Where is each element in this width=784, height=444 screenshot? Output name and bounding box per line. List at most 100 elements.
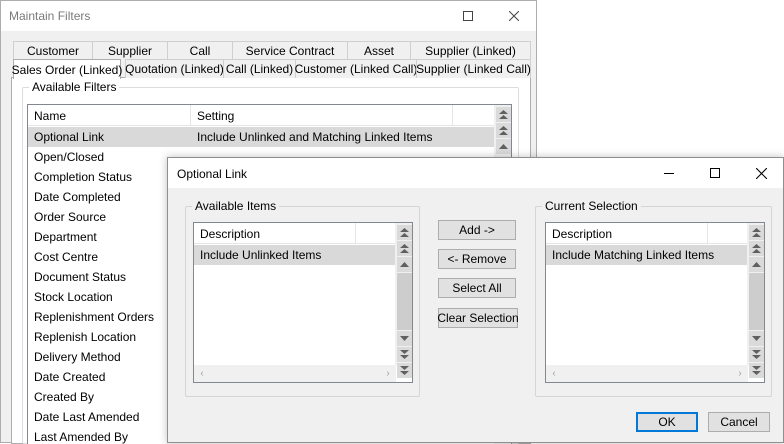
column-header-name[interactable]: Name (28, 105, 191, 126)
current-column-label: Description (552, 226, 613, 241)
dialog-maximize-button[interactable] (692, 158, 738, 188)
column-header-setting[interactable]: Setting (191, 105, 453, 126)
main-window-title: Maintain Filters (9, 9, 91, 23)
scroll-line-up-button[interactable] (496, 139, 511, 154)
ok-button[interactable]: OK (636, 412, 698, 432)
filter-row-optional-link[interactable]: Optional Link Include Unlinked and Match… (28, 127, 494, 147)
tab-supplier[interactable]: Supplier (92, 41, 168, 60)
tab-label: Quotation (Linked) (125, 62, 224, 76)
main-maximize-button[interactable] (445, 1, 491, 31)
filter-item-date-created[interactable]: Date Created (34, 370, 105, 384)
filter-item-created-by[interactable]: Created By (34, 390, 94, 404)
close-icon (509, 11, 519, 21)
available-scroll-top-button[interactable] (397, 225, 412, 240)
optional-link-dialog: Optional Link Available Items Descriptio… (167, 157, 784, 443)
filter-item-cost-centre[interactable]: Cost Centre (34, 250, 98, 264)
minimize-icon (664, 173, 674, 174)
dialog-title: Optional Link (177, 167, 248, 181)
filter-item-order-source[interactable]: Order Source (34, 210, 106, 224)
tab-label: Sales Order (Linked) (11, 62, 123, 77)
filter-item-document-status[interactable]: Document Status (34, 270, 126, 284)
select-all-button-label: Select All (452, 281, 502, 295)
available-item-text: Include Unlinked Items (200, 248, 322, 262)
available-item-row[interactable]: Include Unlinked Items (194, 245, 396, 265)
clear-selection-button[interactable]: Clear Selection (437, 308, 519, 328)
current-scroll-page-up-button[interactable] (749, 241, 764, 256)
current-selection-label: Current Selection (542, 199, 641, 213)
arrow-up-icon (499, 144, 508, 149)
arrow-left-icon[interactable]: ‹ (546, 365, 562, 382)
current-selection-list[interactable]: Description Include Matching Linked Item… (545, 222, 765, 383)
available-scroll-up-button[interactable] (397, 257, 412, 272)
current-scroll-thumb[interactable] (749, 273, 764, 330)
double-arrow-down-icon (400, 350, 409, 359)
current-horizontal-scrollbar[interactable]: ‹ › (546, 365, 748, 382)
current-description-column[interactable]: Description (546, 223, 708, 244)
tab-row-2: Sales Order (Linked) Quotation (Linked) … (1, 59, 538, 79)
tab-customer-linked-call[interactable]: Customer (Linked Call) (295, 59, 417, 78)
filter-item-replenishment-orders[interactable]: Replenishment Orders (34, 310, 154, 324)
tab-call-linked[interactable]: Call (Linked) (223, 59, 296, 78)
available-scroll-thumb[interactable] (397, 273, 412, 330)
available-scroll-down-button[interactable] (397, 331, 412, 346)
current-scroll-page-down-button[interactable] (749, 347, 764, 362)
current-scroll-bottom-button[interactable] (749, 363, 764, 378)
cancel-button-label: Cancel (720, 415, 758, 429)
double-arrow-up-icon (400, 244, 409, 253)
tab-supplier-linked[interactable]: Supplier (Linked) (410, 41, 531, 60)
double-arrow-down-icon (400, 366, 409, 375)
available-description-column[interactable]: Description (194, 223, 356, 244)
main-close-button[interactable] (491, 1, 537, 31)
main-title-bar[interactable]: Maintain Filters (1, 1, 536, 31)
available-scroll-bottom-button[interactable] (397, 363, 412, 378)
filter-item-date-completed[interactable]: Date Completed (34, 190, 121, 204)
tab-customer[interactable]: Customer (13, 41, 93, 60)
arrow-right-icon[interactable]: › (380, 365, 396, 382)
filter-item-last-amended-by[interactable]: Last Amended By (34, 430, 128, 444)
arrow-left-icon[interactable]: ‹ (194, 365, 210, 382)
filter-item-delivery-method[interactable]: Delivery Method (34, 350, 121, 364)
tab-supplier-linked-call[interactable]: Supplier (Linked Call) (416, 59, 531, 78)
tab-call[interactable]: Call (167, 41, 233, 60)
column-setting-label: Setting (197, 108, 235, 123)
tab-sales-order-linked[interactable]: Sales Order (Linked) (11, 59, 123, 79)
available-filters-label: Available Filters (29, 80, 120, 94)
tab-label: Supplier (Linked) (425, 44, 516, 58)
current-scroll-top-button[interactable] (749, 225, 764, 240)
filter-item-completion-status[interactable]: Completion Status (34, 170, 132, 184)
add-button[interactable]: Add -> (438, 220, 516, 240)
available-horizontal-scrollbar[interactable]: ‹ › (194, 365, 396, 382)
filter-item-date-last-amended[interactable]: Date Last Amended (34, 410, 139, 424)
current-scroll-up-button[interactable] (749, 257, 764, 272)
scroll-up-button[interactable] (496, 123, 511, 138)
remove-button-label: <- Remove (447, 252, 507, 266)
available-column-label: Description (200, 226, 261, 241)
available-scroll-page-down-button[interactable] (397, 347, 412, 362)
available-items-list[interactable]: Description Include Unlinked Items ‹ › (193, 222, 413, 383)
filter-item-open-closed[interactable]: Open/Closed (34, 150, 104, 164)
tab-row-1: Customer Supplier Call Service Contract … (1, 41, 538, 60)
filter-item-replenish-location[interactable]: Replenish Location (34, 330, 136, 344)
tab-quotation-linked[interactable]: Quotation (Linked) (125, 59, 224, 78)
ok-button-label: OK (658, 415, 676, 429)
tab-asset[interactable]: Asset (347, 41, 411, 60)
tab-label: Service Contract (245, 44, 335, 58)
tab-service-contract[interactable]: Service Contract (232, 41, 348, 60)
filter-item-department[interactable]: Department (34, 230, 97, 244)
remove-button[interactable]: <- Remove (438, 249, 516, 269)
dialog-title-bar[interactable]: Optional Link (168, 158, 783, 188)
arrow-right-icon[interactable]: › (732, 365, 748, 382)
double-arrow-up-icon (400, 228, 409, 237)
current-scroll-down-button[interactable] (749, 331, 764, 346)
cancel-button[interactable]: Cancel (708, 412, 770, 432)
dialog-minimize-button[interactable] (646, 158, 692, 188)
dialog-close-button[interactable] (738, 158, 784, 188)
maximize-icon (463, 11, 473, 21)
available-scroll-page-up-button[interactable] (397, 241, 412, 256)
available-vertical-scrollbar[interactable] (395, 223, 412, 378)
current-vertical-scrollbar[interactable] (747, 223, 764, 378)
current-item-row[interactable]: Include Matching Linked Items (546, 245, 748, 265)
select-all-button[interactable]: Select All (438, 278, 516, 298)
scroll-top-button[interactable] (496, 107, 511, 122)
filter-item-stock-location[interactable]: Stock Location (34, 290, 113, 304)
